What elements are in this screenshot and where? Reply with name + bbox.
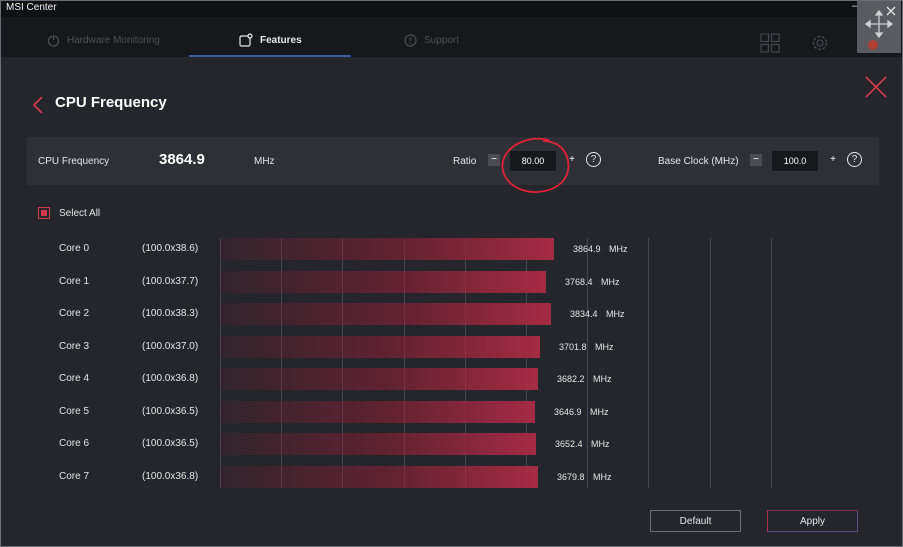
chart-gridline [710,238,711,488]
close-icon[interactable] [865,76,887,98]
app-title: MSI Center [6,2,57,13]
tab-support[interactable]: Support [404,26,459,54]
ratio-increase-button[interactable]: + [566,154,578,166]
tab-label: Features [260,34,302,46]
core-name: Core 0 [59,243,90,254]
core-frequency-unit: MHz [595,341,614,352]
core-ratio: (100.0x38.3) [142,308,199,319]
select-all-label: Select All [59,208,101,219]
ratio-help-icon[interactable]: ? [586,152,601,167]
status-dot [868,40,878,50]
core-name: Core 7 [59,470,90,482]
core-frequency-unit: MHz [591,439,610,449]
default-button[interactable]: Default [650,510,741,532]
features-icon [239,33,253,47]
base-clock-decrease-button[interactable]: − [750,154,762,166]
core-frequency-value: 3646.9 [554,406,582,417]
core-frequency-bar [220,270,546,293]
tab-label: Support [424,34,460,46]
core-frequency-bar [220,368,538,390]
cpu-frequency-unit: MHz [254,156,275,167]
core-frequency-bar [220,433,536,455]
core-ratio: (100.0x36.8) [142,373,199,384]
top-nav: Hardware Monitoring Features Support [1,17,902,57]
core-frequency-unit: MHz [606,309,625,319]
core-frequency-bar [220,465,538,488]
grid-icon[interactable] [760,33,780,53]
core-name: Core 3 [59,340,90,352]
core-name: Core 6 [59,438,90,449]
core-frequency-value: 3834.4 [570,309,598,319]
core-frequency-value: 3768.4 [565,276,593,287]
frequency-control-bar: CPU Frequency 3864.9 MHz Ratio − + ? Bas… [27,137,879,185]
base-clock-help-icon[interactable]: ? [847,152,862,167]
core-frequency-value: 3864.9 [573,244,601,254]
core-ratio: (100.0x36.5) [142,438,199,449]
cpu-frequency-label: CPU Frequency [38,156,110,167]
ratio-label: Ratio [453,156,477,167]
tab-label: Hardware Monitoring [67,34,160,46]
tab-features[interactable]: Features [239,26,302,54]
core-frequency-value: 3679.8 [557,471,585,482]
apply-button[interactable]: Apply [767,510,858,532]
info-icon [404,33,417,47]
page-title: CPU Frequency [55,94,167,111]
core-name: Core 1 [59,275,90,287]
core-ratio: (100.0x38.6) [142,243,199,254]
select-all-checkbox[interactable] [38,207,50,219]
core-name: Core 5 [59,405,90,417]
core-frequency-unit: MHz [601,276,620,287]
core-frequency-value: 3682.2 [557,374,585,384]
core-frequency-bar [220,238,554,260]
base-clock-increase-button[interactable]: + [827,154,839,166]
chart-gridline [771,238,772,488]
core-name: Core 2 [59,308,90,319]
app-window: MSI Center – Hardware Monitoring Feature… [0,0,903,547]
core-ratio: (100.0x37.0) [142,340,199,352]
core-ratio: (100.0x36.8) [142,470,199,482]
core-frequency-unit: MHz [593,471,612,482]
core-ratio: (100.0x37.7) [142,275,199,287]
chart-gridline [648,238,649,488]
core-frequency-value: 3652.4 [555,439,583,449]
cpu-frequency-value: 3864.9 [159,151,205,168]
core-frequency-bar [220,303,551,325]
power-icon [47,34,60,47]
base-clock-label: Base Clock (MHz) [658,156,739,167]
gear-icon[interactable] [810,33,830,53]
back-chevron-icon[interactable] [32,96,44,114]
core-frequency-unit: MHz [609,244,628,254]
core-frequency-value: 3701.8 [559,341,587,352]
tab-hardware-monitoring[interactable]: Hardware Monitoring [47,26,160,54]
core-frequency-unit: MHz [590,406,609,417]
base-clock-input[interactable] [772,151,818,171]
core-name: Core 4 [59,373,90,384]
core-frequency-unit: MHz [593,374,612,384]
core-frequency-bar [220,335,540,358]
ratio-input[interactable] [510,151,556,171]
chart-gridline [587,238,588,488]
core-frequency-bar [220,400,535,423]
core-ratio: (100.0x36.5) [142,405,199,417]
title-bar: MSI Center – [1,1,902,17]
ratio-decrease-button[interactable]: − [488,154,500,166]
remote-control-widget[interactable] [857,1,901,53]
move-arrows-icon [864,6,896,50]
